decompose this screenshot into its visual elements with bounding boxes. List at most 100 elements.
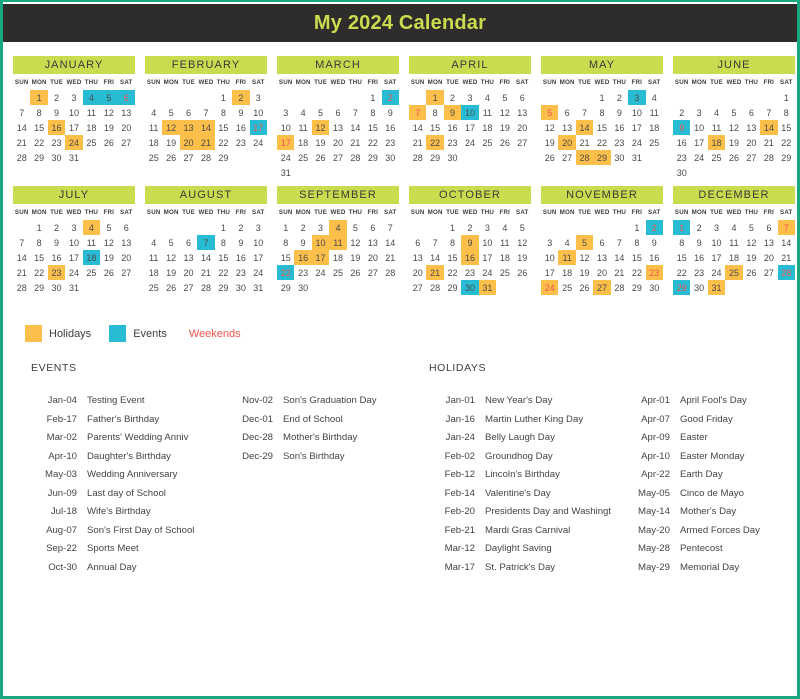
day-cell[interactable]: 9 [232,105,249,120]
day-cell[interactable]: 21 [197,135,215,150]
day-cell[interactable]: 2 [673,105,690,120]
day-cell[interactable]: 2 [232,220,249,235]
day-cell[interactable]: 10 [628,105,645,120]
day-cell[interactable]: 14 [13,120,30,135]
day-cell[interactable]: 26 [312,150,329,165]
day-cell[interactable]: 20 [364,250,381,265]
day-cell[interactable]: 7 [347,105,364,120]
day-cell[interactable]: 22 [593,135,610,150]
day-cell[interactable]: 24 [628,135,645,150]
day-cell[interactable]: 20 [558,135,576,150]
day-cell[interactable]: 2 [444,90,461,105]
day-cell[interactable]: 28 [777,265,795,280]
day-cell[interactable]: 27 [760,265,777,280]
day-cell[interactable]: 29 [30,280,47,295]
day-cell[interactable]: 14 [382,235,399,250]
day-cell[interactable]: 9 [382,105,399,120]
day-cell[interactable]: 25 [725,265,743,280]
day-cell[interactable]: 2 [232,90,250,105]
day-cell[interactable]: 6 [514,90,531,105]
day-cell[interactable]: 23 [690,265,707,280]
day-cell[interactable]: 3 [65,220,82,235]
day-cell[interactable]: 18 [83,120,100,135]
day-cell[interactable]: 8 [426,105,443,120]
day-cell[interactable]: 24 [65,135,83,150]
day-cell[interactable]: 6 [329,105,346,120]
day-cell[interactable]: 20 [179,135,198,150]
day-cell[interactable]: 20 [409,265,426,280]
day-cell[interactable]: 12 [100,105,117,120]
day-cell[interactable]: 4 [725,220,742,235]
day-cell[interactable]: 1 [30,90,48,105]
day-cell[interactable]: 3 [541,235,558,250]
day-cell[interactable]: 8 [30,105,47,120]
day-cell[interactable]: 30 [48,280,65,295]
day-cell[interactable]: 13 [179,120,198,135]
day-cell[interactable]: 5 [496,90,513,105]
day-cell[interactable]: 13 [118,105,135,120]
day-cell[interactable]: 18 [479,120,496,135]
day-cell[interactable]: 1 [277,220,294,235]
day-cell[interactable]: 26 [743,265,760,280]
day-cell[interactable]: 9 [443,105,462,120]
day-cell[interactable]: 9 [461,235,479,250]
day-cell[interactable]: 19 [162,135,179,150]
day-cell[interactable]: 16 [232,120,249,135]
day-cell[interactable]: 2 [645,220,663,235]
day-cell[interactable]: 8 [215,105,232,120]
day-cell[interactable]: 17 [708,250,725,265]
day-cell[interactable]: 28 [611,280,628,295]
day-cell[interactable]: 25 [83,135,100,150]
day-cell[interactable]: 31 [65,150,82,165]
day-cell[interactable]: 25 [558,280,575,295]
day-cell[interactable]: 22 [426,135,444,150]
day-cell[interactable]: 27 [558,150,575,165]
day-cell[interactable]: 5 [162,235,179,250]
day-cell[interactable]: 23 [232,265,249,280]
day-cell[interactable]: 12 [725,120,742,135]
day-cell[interactable]: 12 [541,120,558,135]
day-cell[interactable]: 15 [593,120,610,135]
day-cell[interactable]: 24 [277,150,294,165]
day-cell[interactable]: 3 [250,90,267,105]
day-cell[interactable]: 17 [311,250,330,265]
day-cell[interactable]: 5 [100,220,117,235]
day-cell[interactable]: 10 [690,120,707,135]
day-cell[interactable]: 18 [707,135,726,150]
day-cell[interactable]: 7 [13,235,30,250]
day-cell[interactable]: 30 [382,150,399,165]
day-cell[interactable]: 28 [760,150,777,165]
day-cell[interactable]: 16 [673,135,690,150]
day-cell[interactable]: 5 [575,235,594,250]
day-cell[interactable]: 24 [541,280,559,295]
day-cell[interactable]: 14 [197,250,214,265]
day-cell[interactable]: 1 [673,220,691,235]
day-cell[interactable]: 9 [48,105,65,120]
day-cell[interactable]: 29 [778,150,795,165]
day-cell[interactable]: 23 [611,135,628,150]
day-cell[interactable]: 21 [576,135,593,150]
day-cell[interactable]: 19 [514,250,531,265]
day-cell[interactable]: 6 [118,220,135,235]
day-cell[interactable]: 16 [294,250,312,265]
day-cell[interactable]: 6 [117,90,135,105]
day-cell[interactable]: 4 [145,235,162,250]
day-cell[interactable]: 29 [673,280,691,295]
day-cell[interactable]: 21 [778,250,795,265]
day-cell[interactable]: 1 [215,220,232,235]
day-cell[interactable]: 1 [364,90,381,105]
day-cell[interactable]: 27 [180,280,197,295]
day-cell[interactable]: 8 [778,105,795,120]
day-cell[interactable]: 29 [444,280,461,295]
day-cell[interactable]: 6 [593,235,610,250]
day-cell[interactable]: 10 [461,105,479,120]
day-cell[interactable]: 10 [708,235,725,250]
day-cell[interactable]: 2 [611,90,628,105]
day-cell[interactable]: 22 [30,135,47,150]
day-cell[interactable]: 19 [100,120,117,135]
day-cell[interactable]: 29 [364,150,381,165]
day-cell[interactable]: 18 [646,120,663,135]
day-cell[interactable]: 23 [645,265,663,280]
day-cell[interactable]: 11 [479,105,496,120]
day-cell[interactable]: 17 [277,135,295,150]
